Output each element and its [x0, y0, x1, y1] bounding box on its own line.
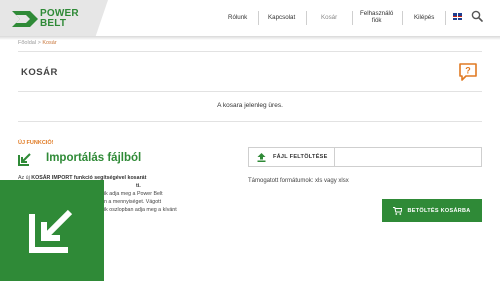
nav-kosar[interactable]: Kosár [321, 14, 337, 21]
load-to-cart-button[interactable]: BETÖLTÉS KOSÁRBA [382, 199, 482, 222]
file-upload-button[interactable]: FÁJL FELTÖLTÉSE [249, 148, 335, 166]
nav-kilepes[interactable]: Kilépés [414, 14, 434, 21]
new-feature-label: ÚJ FUNKCIÓ! [18, 140, 54, 146]
logo-area[interactable]: POWER BELT [0, 0, 108, 38]
nav-kapcsolat[interactable]: Kapcsolat [268, 14, 295, 21]
breadcrumb-separator: > [37, 40, 41, 46]
speech-question-icon[interactable]: ? [458, 62, 478, 82]
import-title: Importálás fájlból [46, 152, 142, 164]
logo-text: POWER BELT [40, 8, 79, 29]
nav-divider [258, 11, 259, 25]
breadcrumb-home[interactable]: Főoldal [18, 40, 36, 46]
import-feature-tile [0, 180, 104, 281]
divider [18, 51, 482, 52]
site-header: POWER BELT Rólunk Kapcsolat Kosár Felhas… [0, 0, 500, 38]
divider [18, 121, 482, 122]
search-icon[interactable] [471, 10, 483, 22]
supported-formats-text: Támogatott formátumok: xls vagy xlsx [248, 178, 349, 184]
upload-icon [257, 152, 266, 162]
empty-cart-message: A kosara jelenleg üres. [217, 102, 283, 109]
nav-divider [352, 11, 353, 25]
import-arrow-icon [18, 153, 31, 166]
nav-divider [445, 11, 446, 25]
nav-divider [306, 11, 307, 25]
nav-divider [402, 11, 403, 25]
power-belt-logo-icon [12, 11, 38, 27]
nav-rolunk[interactable]: Rólunk [228, 14, 247, 21]
nav-label-line1: Felhasználó [360, 10, 394, 17]
import-arrow-icon [29, 209, 73, 253]
breadcrumb: Főoldal > Kosár [18, 40, 57, 46]
file-upload-label: FÁJL FELTÖLTÉSE [273, 154, 328, 160]
file-upload-field[interactable]: FÁJL FELTÖLTÉSE [248, 147, 482, 167]
svg-text:?: ? [465, 66, 471, 76]
breadcrumb-current: Kosár [42, 40, 57, 46]
header-shadow [0, 36, 500, 40]
cart-icon [393, 206, 403, 215]
load-to-cart-label: BETÖLTÉS KOSÁRBA [407, 207, 471, 214]
uk-flag-icon[interactable] [453, 13, 462, 20]
nav-label-line2: fiók [371, 17, 382, 24]
nav-felhasznalo-fiok[interactable]: Felhasználó fiók [360, 10, 393, 24]
divider [18, 91, 482, 92]
page-title: KOSÁR [21, 67, 58, 78]
